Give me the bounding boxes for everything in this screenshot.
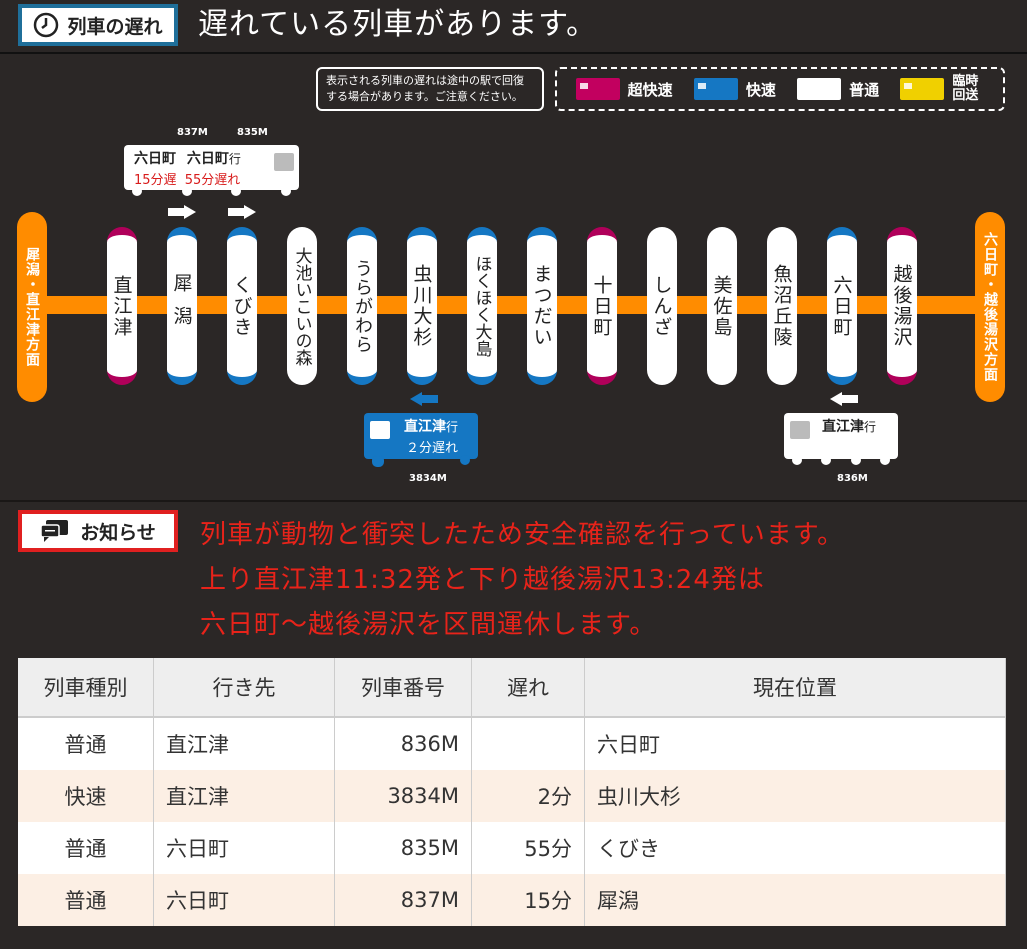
table-row: 普通 六日町 837M 15分 犀潟 [18,874,1006,926]
direction-left: 犀潟・直江津方面 [17,212,47,402]
train-window-icon [370,421,390,439]
train-3834m[interactable]: 直江津行 ２分遅れ [364,413,478,467]
train-number-836m: 836M [837,473,868,484]
arrow-right-icon [168,205,196,219]
arrow-left-icon [830,392,858,406]
local-train-icon [797,78,842,100]
recovery-notice: 表示される列車の遅れは途中の駅で回復する場合があります。ご注意ください。 [316,67,544,111]
station-3[interactable]: 大池いこいの森 [287,227,317,385]
train-number-837m: 837M [177,127,208,138]
legend-item-local: 普通 [797,78,879,100]
station-8[interactable]: 十日町 [587,227,617,385]
train-type-legend: 超快速 快速 普通 臨時回送 [555,67,1005,111]
speech-bubble-icon [40,520,69,542]
super-rapid-train-icon [575,78,620,100]
info-line-3: 六日町～越後湯沢を区間運休します。 [200,610,657,640]
legend-item-rapid: 快速 [693,78,776,100]
station-11[interactable]: 魚沼丘陵 [767,227,797,385]
col-delay: 遅れ [471,658,585,718]
col-current-location: 現在位置 [584,658,1006,718]
delay-table: 列車種別 行き先 列車番号 遅れ 現在位置 普通 直江津 836M 六日町 快速… [18,658,1006,926]
train-number-835m: 835M [237,127,268,138]
table-row: 快速 直江津 3834M 2分 虫川大杉 [18,770,1006,822]
train-837m-835m[interactable]: 六日町 六日町行 15分遅 55分遅れ [124,145,299,196]
info-line-2: 上り直江津11:32発と下り越後湯沢13:24発は [200,565,765,595]
station-10[interactable]: 美佐島 [707,227,737,385]
train-window-icon [274,153,294,171]
clock-icon [34,12,59,38]
station-13[interactable]: 越後湯沢 [887,227,917,385]
arrow-right-icon [228,205,256,219]
arrow-left-icon [410,392,438,406]
section-divider [0,500,1027,502]
info-badge-label: お知らせ [80,521,156,544]
page-title: 遅れている列車があります。 [198,7,598,42]
delay-section-badge: 列車の遅れ [18,4,178,46]
station-9[interactable]: しんざ [647,227,677,385]
col-destination: 行き先 [153,658,335,718]
station-1[interactable]: 犀潟 [167,227,197,385]
station-6[interactable]: ほくほく大島 [467,227,497,385]
direction-right: 六日町・越後湯沢方面 [975,212,1005,402]
table-row: 普通 六日町 835M 55分 くびき [18,822,1006,874]
info-section-badge: お知らせ [18,510,178,552]
rapid-train-icon [693,78,738,100]
extra-train-icon [900,78,945,100]
legend-item-super-rapid: 超快速 [575,78,673,100]
train-836m[interactable]: 直江津行 [784,413,898,465]
table-row: 普通 直江津 836M 六日町 [18,717,1006,770]
col-train-number: 列車番号 [334,658,472,718]
station-2[interactable]: くびき [227,227,257,385]
info-line-1: 列車が動物と衝突したため安全確認を行っています。 [200,520,845,550]
delay-badge-label: 列車の遅れ [67,15,163,38]
station-4[interactable]: うらがわら [347,227,377,385]
col-train-type: 列車種別 [18,658,154,718]
station-12[interactable]: 六日町 [827,227,857,385]
table-header-row: 列車種別 行き先 列車番号 遅れ 現在位置 [18,658,1006,718]
station-5[interactable]: 虫川大杉 [407,227,437,385]
legend-item-extra: 臨時回送 [900,75,984,103]
station-7[interactable]: まつだい [527,227,557,385]
train-number-3834m: 3834M [409,473,447,484]
station-0[interactable]: 直江津 [107,227,137,385]
train-window-icon [790,421,810,439]
